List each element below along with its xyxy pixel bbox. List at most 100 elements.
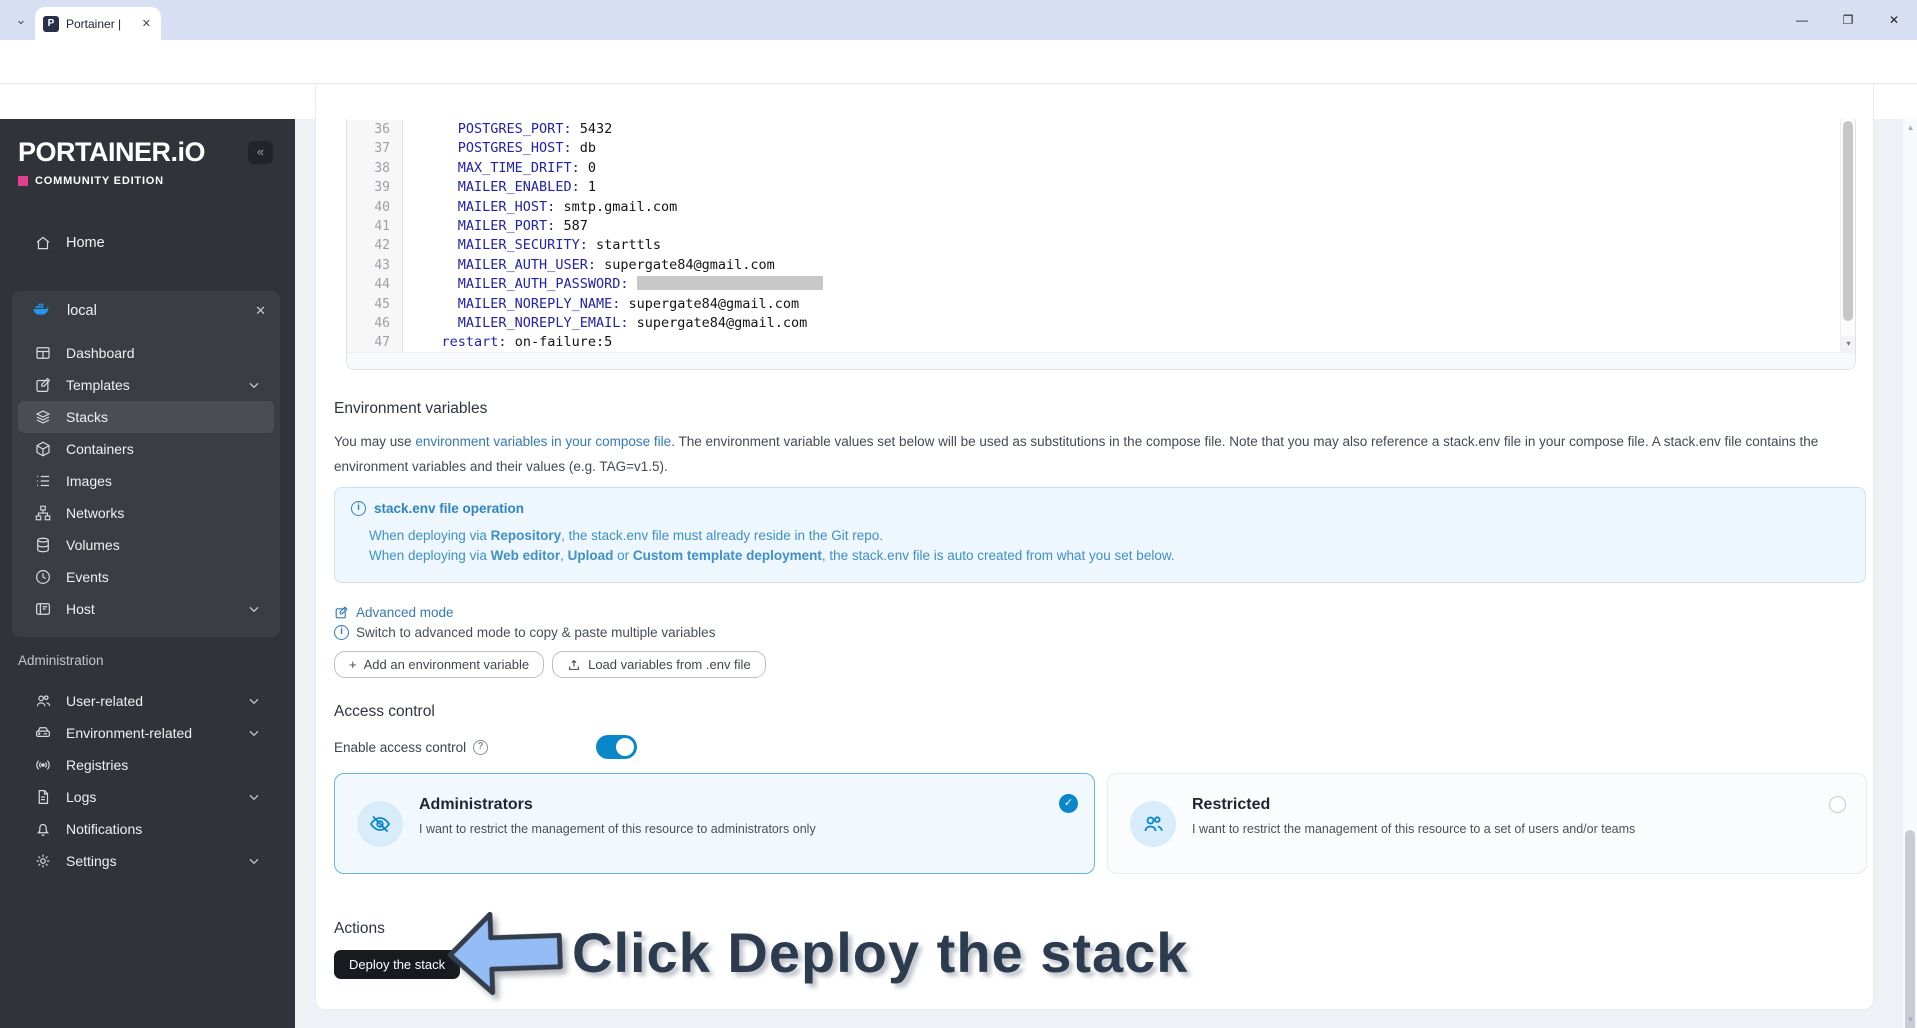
deploy-the-stack-button[interactable]: Deploy the stack: [334, 950, 461, 979]
registries-icon: [34, 756, 52, 774]
editor-line: 36 POSTGRES_PORT: 5432: [347, 120, 1840, 140]
logs-icon: [34, 788, 52, 806]
chevron-down-icon: [246, 853, 262, 869]
sidebar-item-label: Registries: [66, 757, 129, 773]
advanced-mode-link[interactable]: Advanced mode: [334, 605, 454, 620]
address-bar: ← → ↻ Not secure 192.168.0.188:9000/#!/3…: [0, 40, 1917, 118]
page-scrollbar-thumb[interactable]: [1905, 830, 1915, 1028]
stack-env-info-box: i stack.env file operation When deployin…: [334, 487, 1866, 583]
docker-whale-icon: [32, 300, 54, 322]
actions-heading: Actions: [334, 920, 385, 937]
scroll-up-icon[interactable]: ▲: [1903, 123, 1917, 132]
sidebar-item-host[interactable]: Host: [18, 593, 274, 625]
sidebar-item-dashboard[interactable]: Dashboard: [18, 337, 274, 369]
upload-icon: [569, 659, 580, 670]
stacks-icon: [34, 408, 52, 426]
radio-unselected-icon[interactable]: [1829, 796, 1846, 813]
environment-close-icon[interactable]: ✕: [255, 303, 266, 319]
sidebar-item-label: Images: [66, 473, 112, 489]
events-icon: [34, 568, 52, 586]
chevron-down-icon: [246, 377, 262, 393]
editor-vertical-scrollbar[interactable]: ▾: [1840, 119, 1855, 352]
sidebar-item-templates[interactable]: Templates: [18, 369, 274, 401]
info-icon: i: [334, 625, 349, 640]
toggle-knob: [616, 738, 634, 756]
add-environment-variable-button[interactable]: + Add an environment variable: [334, 651, 545, 678]
scroll-down-icon[interactable]: ▼: [1903, 1015, 1917, 1024]
sidebar-item-label: Notifications: [66, 821, 143, 837]
editor-line: 46 MAILER_NOREPLY_EMAIL: supergate84@gma…: [347, 313, 1840, 334]
line-number: 42: [347, 236, 403, 256]
notifications-icon: [34, 820, 52, 838]
sidebar-item-environment-related[interactable]: Environment-related: [18, 717, 274, 749]
sidebar-item-settings[interactable]: Settings: [18, 845, 274, 877]
line-number: 38: [347, 158, 403, 179]
info-box-line: When deploying via Repository, the stack…: [369, 528, 883, 543]
sidebar-item-user-related[interactable]: User-related: [18, 685, 274, 717]
line-number: 43: [347, 255, 403, 276]
sidebar-item-events[interactable]: Events: [18, 561, 274, 593]
help-icon[interactable]: ?: [473, 740, 489, 755]
selected-check-icon[interactable]: ✓: [1059, 794, 1078, 813]
chevron-down-icon: [246, 725, 262, 741]
editor-line: 45 MAILER_NOREPLY_NAME: supergate84@gmai…: [347, 294, 1840, 314]
volumes-icon: [34, 536, 52, 554]
containers-icon: [34, 440, 52, 458]
administrators-option-card[interactable]: Administrators I want to restrict the ma…: [334, 773, 1095, 874]
line-number: 36: [347, 120, 403, 140]
card-title: Administrators: [419, 796, 533, 813]
editor-lines[interactable]: 36 POSTGRES_PORT: 5432 37 POSTGRES_HOST: …: [347, 119, 1840, 353]
compose-web-editor[interactable]: 36 POSTGRES_PORT: 5432 37 POSTGRES_HOST: …: [346, 119, 1856, 370]
edition-row: COMMUNITY EDITION: [18, 175, 164, 187]
editor-scrollbar-thumb[interactable]: [1843, 121, 1853, 321]
networks-icon: [34, 504, 52, 522]
tab-title: Portainer |: [66, 16, 122, 31]
tab-search-icon[interactable]: ⌄: [10, 10, 32, 32]
sidebar-item-notifications[interactable]: Notifications: [18, 813, 274, 845]
sidebar-item-home[interactable]: Home: [0, 227, 295, 259]
annotation-text: Click Deploy the stack: [572, 921, 1189, 984]
sidebar-item-images[interactable]: Images: [18, 465, 274, 497]
chevron-down-icon: [246, 601, 262, 617]
sidebar-environment-local[interactable]: local ✕: [12, 291, 280, 331]
page-scrollbar[interactable]: ▲ ▼: [1902, 119, 1917, 1028]
environment-variables-heading: Environment variables: [334, 400, 488, 417]
home-icon: [34, 234, 52, 252]
sidebar-item-registries[interactable]: Registries: [18, 749, 274, 781]
sidebar-item-label: Containers: [66, 441, 134, 457]
maximize-button[interactable]: ❐: [1825, 0, 1871, 40]
plus-icon: +: [349, 657, 357, 672]
close-button[interactable]: ✕: [1871, 0, 1917, 40]
load-variables-button[interactable]: Load variables from .env file: [552, 651, 766, 678]
sidebar-item-containers[interactable]: Containers: [18, 433, 274, 465]
card-description: I want to restrict the management of thi…: [1192, 822, 1636, 836]
access-control-toggle[interactable]: [596, 735, 637, 759]
browser-tab[interactable]: P Portainer | ✕: [35, 7, 161, 40]
environment-panel: local ✕ Dashboard Templates Stacks Containe…: [12, 291, 280, 637]
restricted-option-card[interactable]: Restricted I want to restrict the manage…: [1107, 773, 1867, 874]
browser-window: ⌄ P Portainer | ✕ — ❐ ✕ ← → ↻ Not secure…: [0, 0, 1917, 1028]
editor-horizontal-scrollbar[interactable]: [347, 352, 1855, 369]
line-number: 46: [347, 313, 403, 334]
line-number: 39: [347, 178, 403, 198]
images-icon: [34, 472, 52, 490]
compose-env-vars-link[interactable]: environment variables in your compose fi…: [415, 434, 671, 449]
sidebar-item-volumes[interactable]: Volumes: [18, 529, 274, 561]
sidebar-item-networks[interactable]: Networks: [18, 497, 274, 529]
sidebar-collapse-button[interactable]: «: [248, 141, 273, 164]
sidebar-item-label: Environment-related: [66, 725, 193, 741]
enable-access-control-label: Enable access control: [334, 740, 467, 755]
line-number: 41: [347, 216, 403, 237]
card-title: Restricted: [1192, 796, 1271, 813]
sidebar-item-label: Home: [66, 235, 105, 251]
sidebar-item-logs[interactable]: Logs: [18, 781, 274, 813]
tab-close-icon[interactable]: ✕: [140, 17, 153, 30]
editor-line: 41 MAILER_PORT: 587: [347, 216, 1840, 237]
minimize-button[interactable]: —: [1779, 0, 1825, 40]
sidebar-item-stacks[interactable]: Stacks: [18, 401, 274, 433]
users-icon: [34, 692, 52, 710]
editor-scroll-down-icon[interactable]: ▾: [1841, 336, 1855, 352]
portainer-logo: PORTAINER.iO: [18, 137, 206, 167]
line-number: 47: [347, 333, 403, 353]
sidebar-item-label: Volumes: [66, 537, 120, 553]
